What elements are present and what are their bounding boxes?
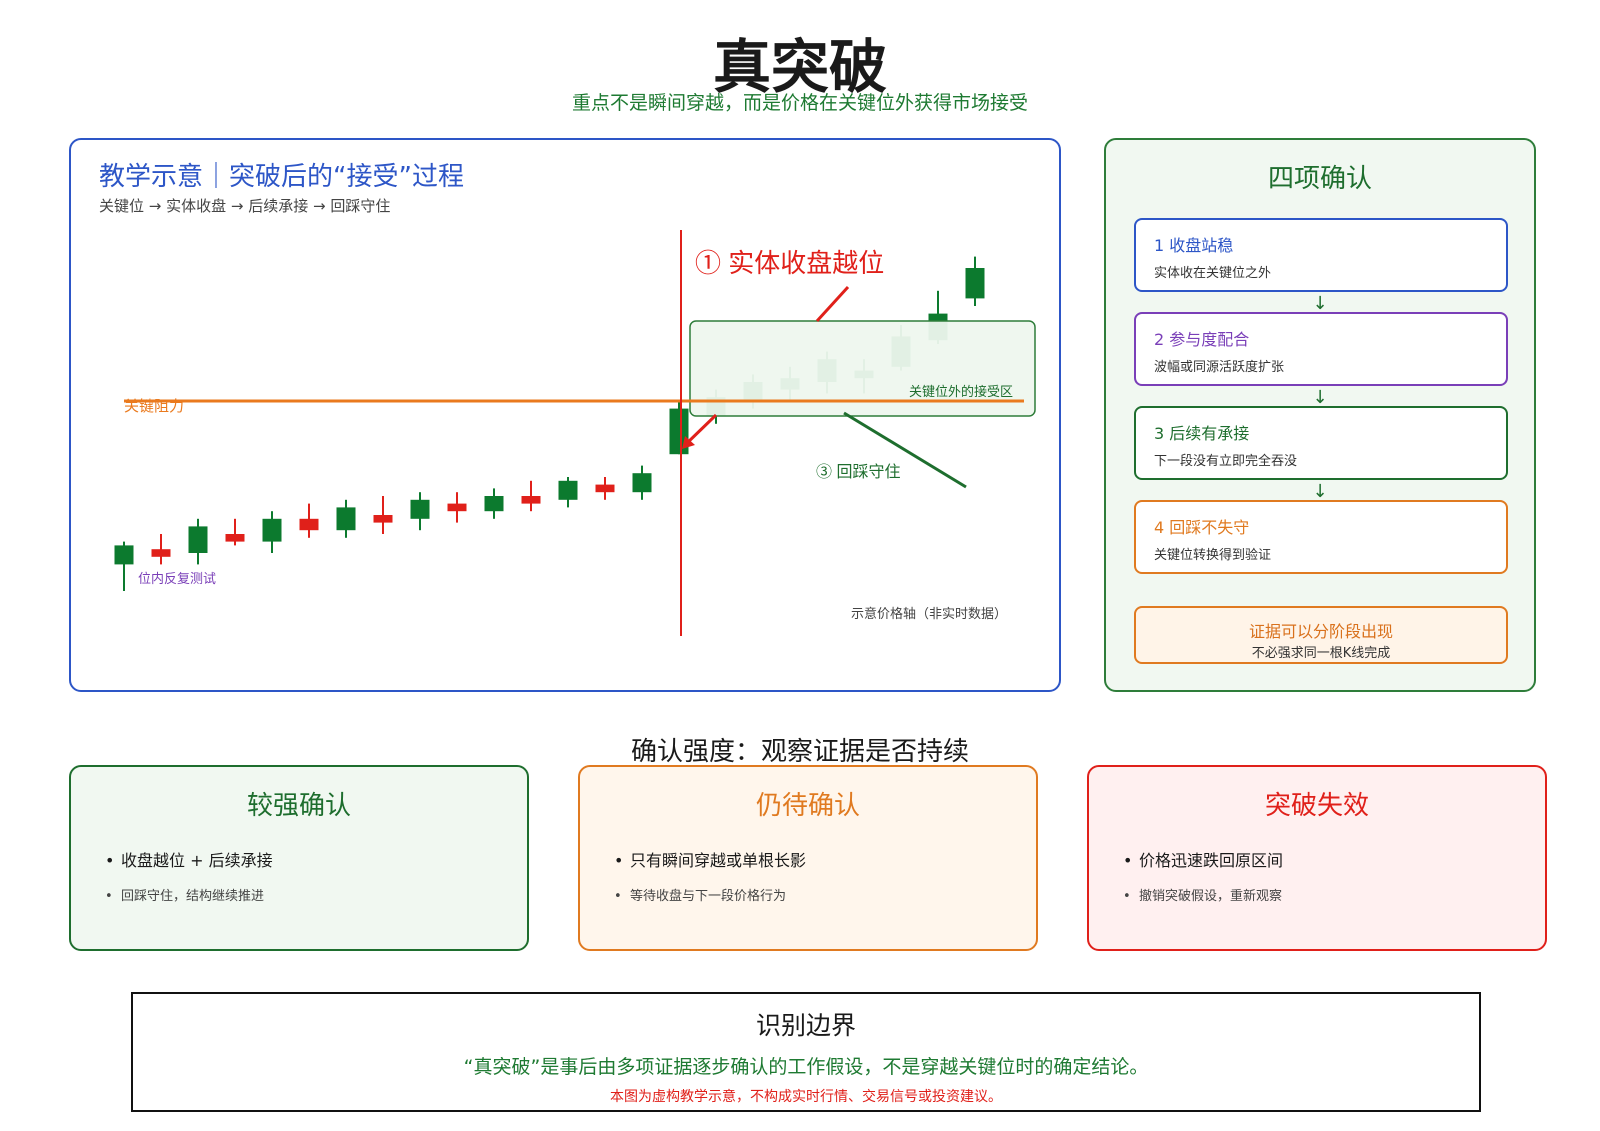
card-line-1-text: 只有瞬间穿越或单根长影 (630, 851, 807, 870)
card-line-1: • 收盘越位 + 后续承接 (105, 847, 273, 871)
confirm-title: 四项确认 (1267, 164, 1372, 194)
candle-up (484, 496, 504, 512)
step-desc: 波幅或同源活跃度扩张 (1154, 360, 1285, 375)
card-line-1-text: 价格迅速跌回原区间 (1139, 851, 1284, 870)
step-desc: 实体收在关键位之外 (1154, 266, 1272, 281)
inside-range-label: 位内反复测试 (138, 571, 216, 586)
card-line-2: • 等待收盘与下一段价格行为 (614, 885, 786, 904)
resistance-label: 关键阻力 (124, 398, 184, 415)
evidence-main: 证据可以分阶段出现 (1248, 622, 1393, 641)
step-title: 1 收盘站稳 (1154, 236, 1234, 255)
candle-up (558, 480, 578, 500)
card-strong-confirm: 较强确认 • 收盘越位 + 后续承接 • 回踩守住，结构继续推进 (69, 765, 529, 951)
card-line-1-text: 收盘越位 + 后续承接 (121, 851, 273, 870)
page-subtitle: 重点不是瞬间穿越，而是价格在关键位外获得市场接受 (571, 92, 1028, 114)
bullet-icon: • (105, 889, 113, 904)
card-breakout-failed: 突破失效 • 价格迅速跌回原区间 • 撤销突破假设，重新观察 (1087, 765, 1547, 951)
confirm-step-3: 3 后续有承接 下一段没有立即完全吞没 (1134, 406, 1508, 480)
card-title: 较强确认 (246, 791, 351, 821)
boundary-title: 识别边界 (755, 1011, 856, 1040)
card-line-2-text: 回踩守住，结构继续推进 (121, 889, 265, 904)
boundary-disclaimer: 本图为虚构教学示意，不构成实时行情、交易信号或投资建议。 (610, 1089, 1002, 1105)
candle-down (521, 496, 541, 504)
candle-down (447, 503, 467, 512)
step-title: 4 回踩不失守 (1154, 518, 1250, 537)
down-arrow-icon: ↓ (1312, 481, 1328, 502)
candle-up (965, 268, 985, 299)
acceptance-zone-label: 关键位外的接受区 (909, 384, 1013, 399)
step-desc: 下一段没有立即完全吞没 (1154, 454, 1298, 469)
down-arrow-icon: ↓ (1312, 387, 1328, 408)
card-line-2: • 撤销突破假设，重新观察 (1123, 885, 1282, 904)
candle-up (410, 499, 430, 519)
candle-down (299, 518, 319, 531)
bullet-icon: • (1123, 889, 1131, 904)
candles-layer (114, 256, 985, 591)
candle-up (188, 526, 208, 553)
bullet-icon: • (1123, 851, 1133, 870)
confirm-step-4: 4 回踩不失守 关键位转换得到验证 (1134, 500, 1508, 574)
annotation-1-pointer (815, 285, 850, 323)
candle-up (632, 473, 652, 493)
candle-down (595, 484, 615, 493)
card-title: 突破失效 (1264, 791, 1369, 821)
teaching-chart-panel: 关键位外的接受区 关键阻力 ① 实体收盘越位 ③ 回踩守住 位内反复测试 示意价… (69, 138, 1061, 692)
candle-down (225, 534, 245, 542)
boundary-text: “真突破”是事后由多项证据逐步确认的工作假设，不是穿越关键位时的确定结论。 (463, 1056, 1149, 1078)
card-line-1: • 只有瞬间穿越或单根长影 (614, 847, 806, 871)
confirm-step-2: 2 参与度配合 波幅或同源活跃度扩张 (1134, 312, 1508, 386)
candlestick-chart: 关键位外的接受区 关键阻力 ① 实体收盘越位 ③ 回踩守住 位内反复测试 示意价… (114, 230, 1036, 636)
evidence-sub: 不必强求同一根K线完成 (1251, 646, 1391, 661)
card-line-2-text: 撤销突破假设，重新观察 (1139, 889, 1283, 904)
annotation-3-label: ③ 回踩守住 (816, 463, 900, 481)
card-title: 仍待确认 (755, 791, 860, 821)
four-confirmations-panel: 四项确认 1 收盘站稳 实体收在关键位之外 ↓ 2 参与度配合 波幅或同源活跃度… (1104, 138, 1536, 692)
down-arrow-icon: ↓ (1312, 293, 1328, 314)
candle-up (336, 507, 356, 531)
card-line-2: • 回踩守住，结构继续推进 (105, 885, 264, 904)
bullet-icon: • (614, 889, 622, 904)
candle-up (262, 518, 282, 542)
strength-heading: 确认强度：观察证据是否持续 (630, 737, 969, 767)
step-title: 2 参与度配合 (1154, 330, 1250, 349)
bullet-icon: • (614, 851, 624, 870)
card-line-1: • 价格迅速跌回原区间 (1123, 847, 1283, 871)
confirm-step-1: 1 收盘站稳 实体收在关键位之外 (1134, 218, 1508, 292)
bullet-icon: • (105, 851, 115, 870)
candle-down (373, 515, 393, 523)
boundary-box: 识别边界 “真突破”是事后由多项证据逐步确认的工作假设，不是穿越关键位时的确定结… (131, 992, 1481, 1112)
evidence-note: 证据可以分阶段出现 不必强求同一根K线完成 (1134, 606, 1508, 664)
axis-note: 示意价格轴（非实时数据） (851, 606, 1007, 621)
panel-title: 教学示意｜突破后的“接受”过程 (99, 162, 464, 192)
panel-subtitle: 关键位 → 实体收盘 → 后续承接 → 回踩守住 (99, 197, 391, 215)
step-title: 3 后续有承接 (1154, 424, 1250, 443)
card-pending-confirm: 仍待确认 • 只有瞬间穿越或单根长影 • 等待收盘与下一段价格行为 (578, 765, 1038, 951)
candle-down (151, 549, 171, 557)
annotation-1-label: ① 实体收盘越位 (695, 248, 884, 278)
card-line-2-text: 等待收盘与下一段价格行为 (630, 889, 787, 904)
step-desc: 关键位转换得到验证 (1154, 548, 1272, 563)
candle-up (114, 545, 134, 565)
